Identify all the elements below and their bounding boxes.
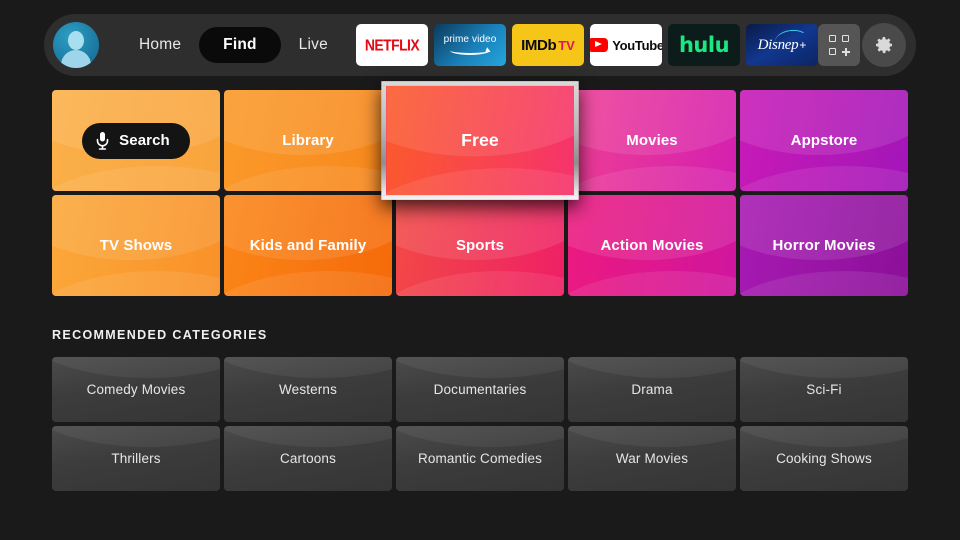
- app-logo-hulu[interactable]: hulu: [668, 24, 740, 66]
- recommended-tile-sci-fi[interactable]: Sci-Fi: [740, 357, 908, 422]
- imdb-tv-suffix: TV: [558, 37, 575, 53]
- tile-label: Kids and Family: [249, 237, 367, 254]
- tile-wave-bottom: [396, 270, 564, 296]
- tile-label: Appstore: [790, 132, 858, 149]
- recommended-tile-cartoons[interactable]: Cartoons: [224, 426, 392, 491]
- disney-plus-sign: +: [799, 38, 807, 52]
- recommended-tile-westerns[interactable]: Westerns: [224, 357, 392, 422]
- hulu-wordmark: hulu: [678, 32, 730, 57]
- app-logo-youtube[interactable]: YouTube: [590, 24, 662, 66]
- tile-wave: [396, 357, 564, 378]
- tile-label: Sports: [455, 237, 505, 254]
- tile-appstore[interactable]: Appstore: [740, 90, 908, 191]
- tile-wave: [740, 357, 908, 378]
- tile-wave: [396, 426, 564, 447]
- tile-label: Free: [461, 130, 499, 151]
- app-logo-imdb-tv[interactable]: IMDb TV: [512, 24, 584, 66]
- tile-label: Library: [282, 132, 334, 149]
- recommended-categories-grid: Comedy Movies Westerns Documentaries Drama S…: [52, 357, 908, 491]
- tile-action-movies[interactable]: Action Movies: [568, 195, 736, 296]
- tile-label: Action Movies: [600, 237, 704, 254]
- nav-tab-live[interactable]: Live: [281, 27, 346, 63]
- apps-grid-icon: [829, 35, 850, 56]
- recommended-tile-label: Westerns: [279, 382, 337, 397]
- app-logo-netflix[interactable]: NETFLIX: [356, 24, 428, 66]
- recommended-tile-label: Drama: [631, 382, 673, 397]
- youtube-play-icon: [590, 38, 609, 52]
- recommended-tile-war-movies[interactable]: War Movies: [568, 426, 736, 491]
- tile-wave-bottom: [568, 270, 736, 296]
- recommended-tile-label: Thrillers: [111, 451, 161, 466]
- tile-wave: [52, 426, 220, 447]
- youtube-wordmark: YouTube: [612, 37, 662, 53]
- tile-tv-shows[interactable]: TV Shows: [52, 195, 220, 296]
- top-navigation-bar: Home Find Live NETFLIX prime video IMDb TV You…: [44, 14, 916, 76]
- tile-label: TV Shows: [99, 237, 173, 254]
- prime-video-wordmark: prime video: [443, 34, 497, 45]
- fire-tv-find-screen: Home Find Live NETFLIX prime video IMDb TV You…: [0, 0, 960, 540]
- tile-library[interactable]: Library: [224, 90, 392, 191]
- tile-label: Horror Movies: [772, 237, 876, 254]
- tile-wave-bottom: [52, 270, 220, 296]
- nav-tab-find[interactable]: Find: [199, 27, 281, 63]
- recommended-tile-label: Romantic Comedies: [417, 451, 543, 466]
- search-button[interactable]: Search: [82, 122, 190, 159]
- apps-grid-button[interactable]: [818, 24, 860, 66]
- tile-wave-bottom: [52, 165, 220, 191]
- tile-horror-movies[interactable]: Horror Movies: [740, 195, 908, 296]
- tile-movies[interactable]: Movies: [568, 90, 736, 191]
- recommended-tile-comedy-movies[interactable]: Comedy Movies: [52, 357, 220, 422]
- app-shortcuts: NETFLIX prime video IMDb TV YouTube hulu Disne…: [356, 24, 818, 66]
- tile-kids-and-family[interactable]: Kids and Family: [224, 195, 392, 296]
- recommended-tile-label: Cartoons: [280, 451, 336, 466]
- recommended-tile-romantic-comedies[interactable]: Romantic Comedies: [396, 426, 564, 491]
- recommended-tile-drama[interactable]: Drama: [568, 357, 736, 422]
- settings-button[interactable]: [862, 23, 906, 67]
- tile-wave-bottom: [740, 165, 908, 191]
- recommended-tile-label: Documentaries: [433, 382, 527, 397]
- tile-wave: [224, 357, 392, 378]
- tile-wave-bottom: [740, 270, 908, 296]
- app-logo-prime-video[interactable]: prime video: [434, 24, 506, 66]
- amazon-smile-icon: [449, 46, 490, 55]
- avatar[interactable]: [53, 22, 99, 68]
- app-logo-disney-plus[interactable]: Disnep +: [746, 24, 818, 66]
- nav-tabs: Home Find Live: [121, 27, 346, 63]
- search-label: Search: [119, 132, 170, 149]
- tile-wave: [52, 357, 220, 378]
- nav-tab-home[interactable]: Home: [121, 27, 199, 63]
- tile-wave-bottom: [224, 270, 392, 296]
- tile-search[interactable]: Search: [52, 90, 220, 191]
- netflix-wordmark: NETFLIX: [364, 36, 420, 54]
- tile-wave-bottom: [568, 165, 736, 191]
- recommended-tile-label: Sci-Fi: [806, 382, 842, 397]
- category-tile-grid: Search Library Free Movies Appstore TV Shows K…: [52, 81, 908, 296]
- tile-free[interactable]: Free: [381, 81, 579, 200]
- imdb-wordmark: IMDb: [521, 36, 557, 54]
- tile-wave: [568, 426, 736, 447]
- recommended-tile-cooking-shows[interactable]: Cooking Shows: [740, 426, 908, 491]
- recommended-tile-documentaries[interactable]: Documentaries: [396, 357, 564, 422]
- recommended-tile-label: Comedy Movies: [86, 382, 186, 397]
- recommended-tile-label: War Movies: [615, 451, 689, 466]
- recommended-tile-label: Cooking Shows: [776, 451, 872, 466]
- recommended-tile-thrillers[interactable]: Thrillers: [52, 426, 220, 491]
- tile-label: Movies: [626, 132, 678, 149]
- tile-wave-bottom: [385, 167, 574, 196]
- microphone-icon: [96, 132, 109, 150]
- tile-wave: [568, 357, 736, 378]
- tile-wave: [224, 426, 392, 447]
- recommended-categories-heading: RECOMMENDED CATEGORIES: [52, 328, 268, 342]
- tile-wave: [740, 426, 908, 447]
- tile-wave-bottom: [224, 165, 392, 191]
- gear-icon: [876, 37, 892, 54]
- tile-sports[interactable]: Sports: [396, 195, 564, 296]
